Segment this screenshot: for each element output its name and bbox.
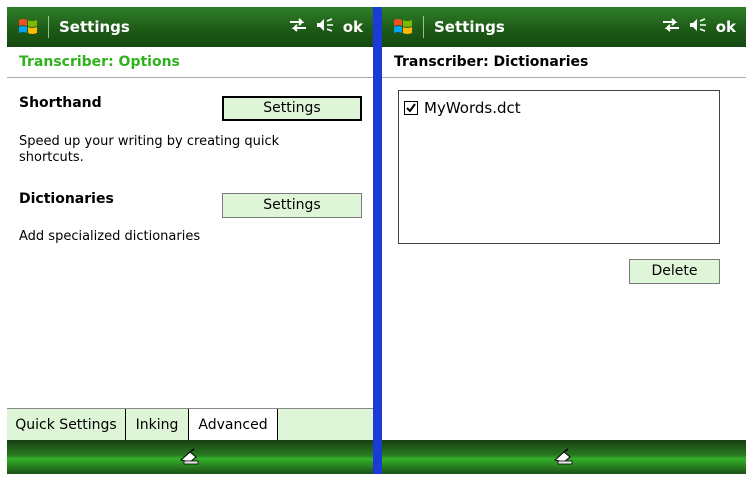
page-header: Transcriber: Dictionaries xyxy=(382,47,746,78)
tab-advanced[interactable]: Advanced xyxy=(189,409,278,443)
list-item[interactable]: MyWords.dct xyxy=(404,99,521,117)
title-separator xyxy=(423,16,424,38)
frame-divider xyxy=(373,7,382,474)
shorthand-settings-button[interactable]: Settings xyxy=(222,96,362,121)
tab-inking[interactable]: Inking xyxy=(126,409,189,443)
window-title: Settings xyxy=(434,18,505,36)
keyboard-input-icon[interactable] xyxy=(178,448,202,466)
windows-start-icon[interactable] xyxy=(17,16,39,38)
title-separator xyxy=(48,16,49,38)
connectivity-icon[interactable] xyxy=(289,17,307,37)
menu-bar xyxy=(7,440,373,474)
dictionary-name: MyWords.dct xyxy=(424,99,521,117)
shorthand-description: Speed up your writing by creating quick … xyxy=(19,134,280,165)
dictionaries-screen: Settings ok Transcriber: Dictionaries My… xyxy=(382,7,746,474)
dictionary-checkbox[interactable] xyxy=(404,101,418,115)
page-title: Transcriber: Options xyxy=(19,54,180,70)
keyboard-input-icon[interactable] xyxy=(552,448,576,466)
window-title: Settings xyxy=(59,18,130,36)
tab-quick-settings[interactable]: Quick Settings xyxy=(7,409,126,443)
menu-bar xyxy=(382,440,746,474)
page-title: Transcriber: Dictionaries xyxy=(394,54,589,70)
ok-button[interactable]: ok xyxy=(343,18,363,36)
volume-icon[interactable] xyxy=(316,17,334,37)
title-bar: Settings ok xyxy=(7,7,373,47)
title-bar: Settings ok xyxy=(382,7,746,47)
checkmark-icon xyxy=(406,103,416,113)
options-screen: Settings ok Transcriber: Options Shortha… xyxy=(7,7,373,474)
dictionaries-description: Add specialized dictionaries xyxy=(19,229,201,244)
connectivity-icon[interactable] xyxy=(662,17,680,37)
dictionaries-settings-button[interactable]: Settings xyxy=(222,193,362,218)
ok-button[interactable]: ok xyxy=(716,18,736,36)
volume-icon[interactable] xyxy=(689,17,707,37)
delete-button[interactable]: Delete xyxy=(629,259,720,284)
dictionaries-title: Dictionaries xyxy=(19,191,114,207)
windows-start-icon[interactable] xyxy=(392,16,414,38)
dictionary-list[interactable]: MyWords.dct xyxy=(398,90,720,244)
shorthand-title: Shorthand xyxy=(19,95,102,111)
page-header: Transcriber: Options xyxy=(7,47,373,78)
